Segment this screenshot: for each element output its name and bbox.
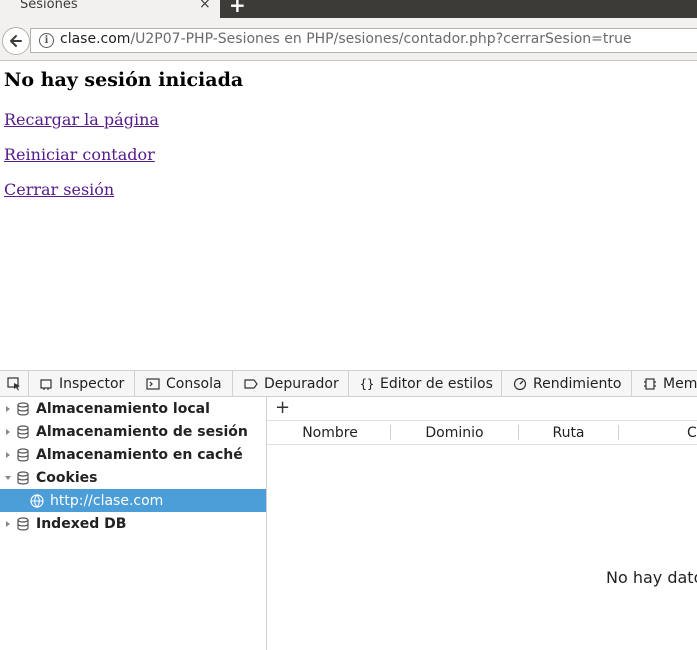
url-text: clase.com/U2P07-PHP-Sesiones en PHP/sesi… <box>60 31 632 47</box>
tab-label: Editor de estilos <box>380 375 493 392</box>
back-arrow-icon <box>10 35 22 47</box>
column-header-name[interactable]: Nombre <box>275 421 385 444</box>
debugger-icon <box>244 377 258 391</box>
expand-arrow-icon[interactable] <box>2 451 14 459</box>
reload-page-link[interactable]: Recargar la página <box>4 110 159 129</box>
gauge-icon <box>513 377 527 391</box>
tree-item-label: Almacenamiento de sesión <box>36 423 248 440</box>
tree-item-cookies[interactable]: Cookies <box>0 466 266 489</box>
tree-item-clase-com[interactable]: http://clase.com <box>0 489 266 512</box>
tab-label: Consola <box>166 375 222 392</box>
column-header-truncated[interactable]: C <box>687 421 697 444</box>
storage-tree: Almacenamiento local Almacenamiento de s… <box>0 397 267 650</box>
expand-arrow-icon[interactable] <box>2 520 14 528</box>
expand-arrow-icon[interactable] <box>2 428 14 436</box>
tab-label: Rendimiento <box>533 375 622 392</box>
database-icon <box>16 401 30 416</box>
empty-table-message: No hay dato <box>606 568 697 587</box>
url-path: /U2P07-PHP-Sesiones en PHP/sesiones/cont… <box>130 31 632 47</box>
reset-counter-link[interactable]: Reiniciar contador <box>4 145 155 164</box>
logout-link[interactable]: Cerrar sesión <box>4 180 114 199</box>
url-domain: clase.com <box>60 31 131 47</box>
tab-inspector[interactable]: Inspector <box>28 371 135 396</box>
tab-performance[interactable]: Rendimiento <box>502 371 632 396</box>
memory-icon <box>643 377 657 391</box>
close-icon[interactable]: × <box>199 0 211 12</box>
tree-item-label: http://clase.com <box>50 492 164 509</box>
inspector-icon <box>39 377 53 391</box>
tab-label: Mem <box>663 375 697 392</box>
element-picker-icon <box>7 376 20 390</box>
info-icon[interactable]: i <box>39 33 54 48</box>
braces-icon: {} <box>359 376 375 391</box>
column-header-domain[interactable]: Dominio <box>391 421 518 444</box>
tree-item-indexed-db[interactable]: Indexed DB <box>0 512 266 535</box>
tab-memory[interactable]: Mem <box>632 371 697 396</box>
tree-item-label: Cookies <box>36 469 98 486</box>
tab-label: Inspector <box>59 375 125 392</box>
console-icon <box>146 377 160 391</box>
tree-item-label: Indexed DB <box>36 515 127 532</box>
tab-bar: Sesiones × + <box>0 0 697 18</box>
tab-title: Sesiones <box>20 0 78 12</box>
tab-sesiones[interactable]: Sesiones × <box>0 0 220 18</box>
navigation-bar: i clase.com/U2P07-PHP-Sesiones en PHP/se… <box>0 18 697 61</box>
devtools-toolbar: Inspector Consola Depurador {} Editor de… <box>0 371 697 397</box>
table-header: Nombre Dominio Ruta C <box>267 421 697 445</box>
back-button[interactable] <box>2 27 30 55</box>
database-icon <box>16 516 30 531</box>
tab-label: Depurador <box>264 375 339 392</box>
tree-item-local-storage[interactable]: Almacenamiento local <box>0 397 266 420</box>
devtools-panel: Inspector Consola Depurador {} Editor de… <box>0 370 697 650</box>
tab-debugger[interactable]: Depurador <box>233 371 349 396</box>
database-icon <box>16 470 30 485</box>
tab-style-editor[interactable]: {} Editor de estilos <box>349 371 502 396</box>
tree-item-label: Almacenamiento en caché <box>36 446 243 463</box>
cookie-table-pane: + Nombre Dominio Ruta C No hay dato <box>267 397 697 650</box>
page-title: No hay sesión iniciada <box>4 69 244 91</box>
column-divider[interactable] <box>618 425 619 440</box>
url-bar[interactable]: i clase.com/U2P07-PHP-Sesiones en PHP/se… <box>30 28 697 53</box>
collapse-arrow-icon[interactable] <box>2 474 14 482</box>
tab-console[interactable]: Consola <box>135 371 233 396</box>
expand-arrow-icon[interactable] <box>2 405 14 413</box>
tree-item-cache-storage[interactable]: Almacenamiento en caché <box>0 443 266 466</box>
column-header-path[interactable]: Ruta <box>519 421 618 444</box>
new-tab-icon[interactable]: + <box>229 0 246 17</box>
tree-item-session-storage[interactable]: Almacenamiento de sesión <box>0 420 266 443</box>
database-icon <box>16 424 30 439</box>
element-picker-button[interactable] <box>0 371 29 396</box>
page-content: No hay sesión iniciada Recargar la págin… <box>0 61 697 369</box>
tree-item-label: Almacenamiento local <box>36 400 210 417</box>
table-toolbar: + <box>267 397 697 421</box>
database-icon <box>16 447 30 462</box>
add-item-button[interactable]: + <box>275 397 290 419</box>
globe-icon <box>30 493 44 508</box>
